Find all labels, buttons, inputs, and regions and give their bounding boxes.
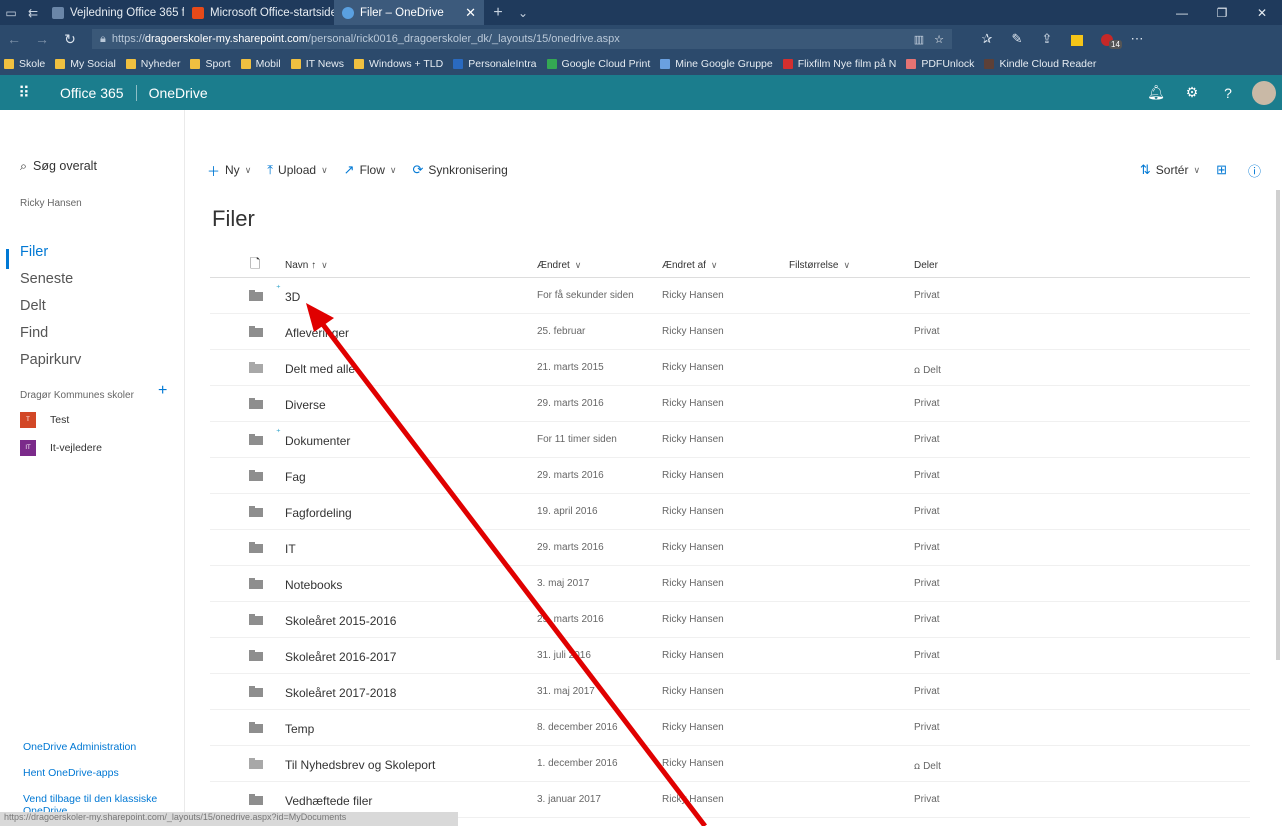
arrow-shaft [316, 316, 707, 826]
annotation-arrow [306, 303, 707, 826]
status-bar-url: https://dragoerskoler-my.sharepoint.com/… [0, 812, 458, 826]
arrow-head [306, 303, 334, 332]
